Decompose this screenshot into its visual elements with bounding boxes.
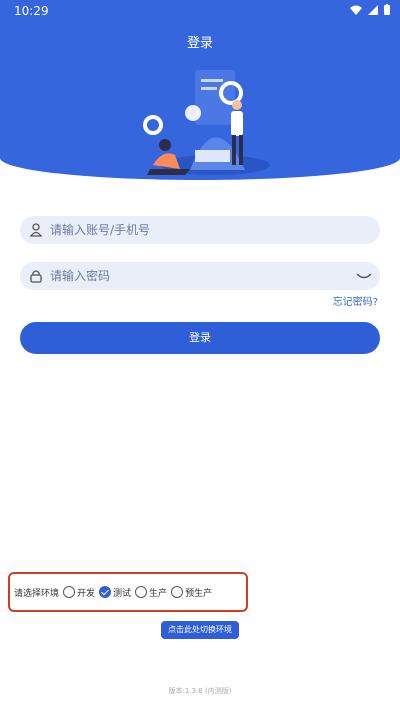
status-bar: 10:29 xyxy=(0,0,400,22)
version-text: 版本:1.3.8 (内测版) xyxy=(168,687,232,695)
environment-selector: 请选择环境 开发 测试 生产 预生产 xyxy=(14,583,216,601)
forgot-password-link[interactable]: 忘记密码? xyxy=(333,293,378,308)
account-input[interactable] xyxy=(50,216,350,244)
radio-unchecked-icon[interactable] xyxy=(63,586,76,598)
radio-unchecked-icon[interactable] xyxy=(135,586,148,598)
radio-checked-icon[interactable] xyxy=(99,586,112,598)
env-option-prod[interactable]: 生产 xyxy=(135,586,167,599)
login-illustration xyxy=(143,70,270,175)
env-option-label: 测试 xyxy=(113,588,132,599)
env-option-dev[interactable]: 开发 xyxy=(63,586,95,599)
battery-icon xyxy=(384,4,390,15)
env-option-preprod[interactable]: 预生产 xyxy=(171,586,212,599)
environment-label: 请选择环境 xyxy=(14,588,60,599)
wifi-icon xyxy=(350,5,362,15)
status-time: 10:29 xyxy=(14,4,49,18)
env-option-label: 预生产 xyxy=(185,588,213,599)
env-option-label: 开发 xyxy=(77,588,96,599)
switch-environment-button[interactable]: 点击此处切换环境 xyxy=(161,621,239,639)
password-input[interactable] xyxy=(50,262,350,290)
env-option-test[interactable]: 测试 xyxy=(99,586,131,599)
eye-closed-icon[interactable] xyxy=(356,270,372,282)
signal-icon xyxy=(368,4,378,15)
password-field xyxy=(20,262,380,290)
user-icon xyxy=(29,223,43,237)
account-field xyxy=(20,216,380,244)
page-title: 登录 xyxy=(186,36,213,51)
login-button[interactable]: 登录 xyxy=(20,322,380,354)
radio-unchecked-icon[interactable] xyxy=(171,586,184,598)
env-option-label: 生产 xyxy=(149,588,168,599)
lock-icon xyxy=(30,270,42,283)
header-banner: 10:29 登录 xyxy=(0,0,400,180)
